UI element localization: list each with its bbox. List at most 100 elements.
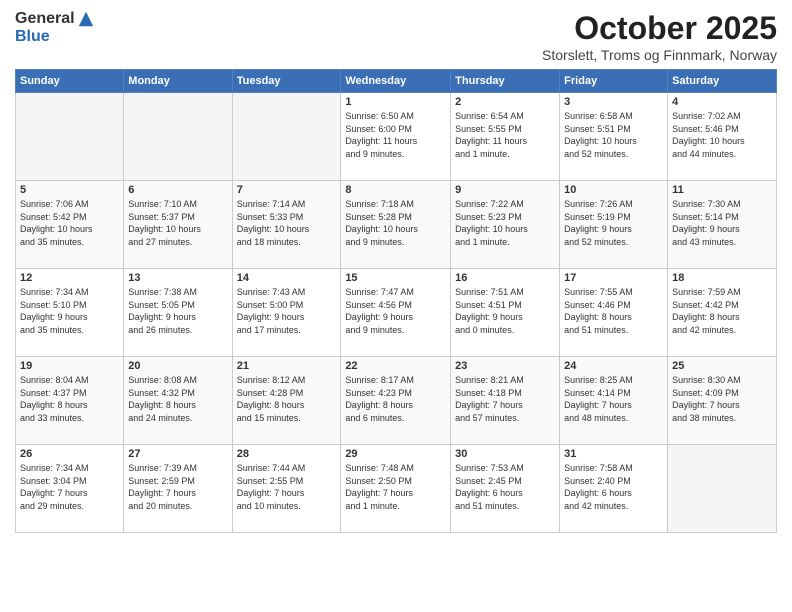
- col-saturday: Saturday: [668, 70, 777, 93]
- day-number: 27: [128, 448, 227, 460]
- calendar-week-row: 19Sunrise: 8:04 AM Sunset: 4:37 PM Dayli…: [16, 357, 777, 445]
- day-info: Sunrise: 7:14 AM Sunset: 5:33 PM Dayligh…: [237, 198, 337, 248]
- calendar-cell: [124, 93, 232, 181]
- day-info: Sunrise: 8:21 AM Sunset: 4:18 PM Dayligh…: [455, 374, 555, 424]
- day-info: Sunrise: 7:47 AM Sunset: 4:56 PM Dayligh…: [345, 286, 446, 336]
- day-number: 6: [128, 184, 227, 196]
- day-info: Sunrise: 7:22 AM Sunset: 5:23 PM Dayligh…: [455, 198, 555, 248]
- day-info: Sunrise: 7:34 AM Sunset: 3:04 PM Dayligh…: [20, 462, 119, 512]
- day-info: Sunrise: 7:02 AM Sunset: 5:46 PM Dayligh…: [672, 110, 772, 160]
- calendar-cell: 29 Sunrise: 7:48 AM Sunset: 2:50 PM Dayli…: [341, 445, 451, 533]
- calendar-cell: 22 Sunrise: 8:17 AM Sunset: 4:23 PM Dayli…: [341, 357, 451, 445]
- calendar-week-row: 1 Sunrise: 6:50 AM Sunset: 6:00 PM Daylig…: [16, 93, 777, 181]
- col-sunday: Sunday: [16, 70, 124, 93]
- calendar-cell: 6 Sunrise: 7:10 AM Sunset: 5:37 PM Daylig…: [124, 181, 232, 269]
- location-title: Storslett, Troms og Finnmark, Norway: [542, 47, 777, 63]
- day-info: Sunrise: 7:10 AM Sunset: 5:37 PM Dayligh…: [128, 198, 227, 248]
- calendar-cell: 25 Sunrise: 8:30 AM Sunset: 4:09 PM Dayli…: [668, 357, 777, 445]
- calendar-cell: 5Sunrise: 7:06 AM Sunset: 5:42 PM Daylig…: [16, 181, 124, 269]
- calendar-week-row: 26 Sunrise: 7:34 AM Sunset: 3:04 PM Dayli…: [16, 445, 777, 533]
- calendar-cell: [668, 445, 777, 533]
- day-info: Sunrise: 7:38 AM Sunset: 5:05 PM Dayligh…: [128, 286, 227, 336]
- day-number: 15: [345, 272, 446, 284]
- calendar-cell: 13 Sunrise: 7:38 AM Sunset: 5:05 PM Dayli…: [124, 269, 232, 357]
- day-info: Sunrise: 7:48 AM Sunset: 2:50 PM Dayligh…: [345, 462, 446, 512]
- day-number: 13: [128, 272, 227, 284]
- day-info: Sunrise: 7:30 AM Sunset: 5:14 PM Dayligh…: [672, 198, 772, 248]
- month-title: October 2025: [542, 10, 777, 47]
- day-info: Sunrise: 7:39 AM Sunset: 2:59 PM Dayligh…: [128, 462, 227, 512]
- day-info: Sunrise: 6:54 AM Sunset: 5:55 PM Dayligh…: [455, 110, 555, 160]
- day-info: Sunrise: 7:55 AM Sunset: 4:46 PM Dayligh…: [564, 286, 663, 336]
- day-number: 24: [564, 360, 663, 372]
- day-number: 22: [345, 360, 446, 372]
- day-number: 31: [564, 448, 663, 460]
- day-number: 4: [672, 96, 772, 108]
- day-number: 2: [455, 96, 555, 108]
- calendar-cell: 7 Sunrise: 7:14 AM Sunset: 5:33 PM Daylig…: [232, 181, 341, 269]
- day-number: 30: [455, 448, 555, 460]
- day-info: Sunrise: 7:34 AM Sunset: 5:10 PM Dayligh…: [20, 286, 119, 336]
- page-container: General Blue October 2025 Storslett, Tro…: [0, 0, 792, 543]
- logo-icon: [77, 10, 95, 28]
- calendar-cell: 27 Sunrise: 7:39 AM Sunset: 2:59 PM Dayli…: [124, 445, 232, 533]
- day-info: Sunrise: 8:17 AM Sunset: 4:23 PM Dayligh…: [345, 374, 446, 424]
- title-section: October 2025 Storslett, Troms og Finnmar…: [542, 10, 777, 63]
- calendar-cell: 3 Sunrise: 6:58 AM Sunset: 5:51 PM Daylig…: [560, 93, 668, 181]
- calendar-cell: 23 Sunrise: 8:21 AM Sunset: 4:18 PM Dayli…: [451, 357, 560, 445]
- day-info: Sunrise: 7:44 AM Sunset: 2:55 PM Dayligh…: [237, 462, 337, 512]
- day-info: Sunrise: 6:58 AM Sunset: 5:51 PM Dayligh…: [564, 110, 663, 160]
- day-number: 1: [345, 96, 446, 108]
- logo-general-text: General: [15, 10, 75, 28]
- calendar-cell: 12 Sunrise: 7:34 AM Sunset: 5:10 PM Dayli…: [16, 269, 124, 357]
- day-info: Sunrise: 7:26 AM Sunset: 5:19 PM Dayligh…: [564, 198, 663, 248]
- day-number: 28: [237, 448, 337, 460]
- day-info: Sunrise: 8:04 AM Sunset: 4:37 PM Dayligh…: [20, 374, 119, 424]
- calendar-cell: [16, 93, 124, 181]
- col-tuesday: Tuesday: [232, 70, 341, 93]
- calendar-cell: 31 Sunrise: 7:58 AM Sunset: 2:40 PM Dayli…: [560, 445, 668, 533]
- day-number: 8: [345, 184, 446, 196]
- col-friday: Friday: [560, 70, 668, 93]
- day-number: 16: [455, 272, 555, 284]
- day-number: 11: [672, 184, 772, 196]
- day-number: 17: [564, 272, 663, 284]
- calendar-cell: 15 Sunrise: 7:47 AM Sunset: 4:56 PM Dayli…: [341, 269, 451, 357]
- day-info: Sunrise: 8:25 AM Sunset: 4:14 PM Dayligh…: [564, 374, 663, 424]
- calendar-cell: 1 Sunrise: 6:50 AM Sunset: 6:00 PM Daylig…: [341, 93, 451, 181]
- day-info: Sunrise: 6:50 AM Sunset: 6:00 PM Dayligh…: [345, 110, 446, 160]
- logo-blue-text: Blue: [15, 28, 50, 46]
- calendar-cell: 17 Sunrise: 7:55 AM Sunset: 4:46 PM Dayli…: [560, 269, 668, 357]
- calendar-cell: 26 Sunrise: 7:34 AM Sunset: 3:04 PM Dayli…: [16, 445, 124, 533]
- day-info: Sunrise: 7:51 AM Sunset: 4:51 PM Dayligh…: [455, 286, 555, 336]
- day-number: 29: [345, 448, 446, 460]
- calendar-cell: 24 Sunrise: 8:25 AM Sunset: 4:14 PM Dayli…: [560, 357, 668, 445]
- day-number: 23: [455, 360, 555, 372]
- day-info: Sunrise: 7:53 AM Sunset: 2:45 PM Dayligh…: [455, 462, 555, 512]
- calendar-cell: 2 Sunrise: 6:54 AM Sunset: 5:55 PM Daylig…: [451, 93, 560, 181]
- col-wednesday: Wednesday: [341, 70, 451, 93]
- day-info: Sunrise: 7:58 AM Sunset: 2:40 PM Dayligh…: [564, 462, 663, 512]
- day-number: 20: [128, 360, 227, 372]
- calendar-cell: 4 Sunrise: 7:02 AM Sunset: 5:46 PM Daylig…: [668, 93, 777, 181]
- day-number: 3: [564, 96, 663, 108]
- day-number: 9: [455, 184, 555, 196]
- day-info: Sunrise: 8:08 AM Sunset: 4:32 PM Dayligh…: [128, 374, 227, 424]
- day-number: 26: [20, 448, 119, 460]
- day-info: Sunrise: 7:06 AM Sunset: 5:42 PM Dayligh…: [20, 198, 119, 248]
- day-info: Sunrise: 8:30 AM Sunset: 4:09 PM Dayligh…: [672, 374, 772, 424]
- day-info: Sunrise: 7:59 AM Sunset: 4:42 PM Dayligh…: [672, 286, 772, 336]
- day-info: Sunrise: 7:18 AM Sunset: 5:28 PM Dayligh…: [345, 198, 446, 248]
- calendar-week-row: 5Sunrise: 7:06 AM Sunset: 5:42 PM Daylig…: [16, 181, 777, 269]
- day-number: 12: [20, 272, 119, 284]
- day-number: 25: [672, 360, 772, 372]
- page-header: General Blue October 2025 Storslett, Tro…: [15, 10, 777, 63]
- day-number: 7: [237, 184, 337, 196]
- calendar-header-row: Sunday Monday Tuesday Wednesday Thursday…: [16, 70, 777, 93]
- day-number: 21: [237, 360, 337, 372]
- calendar-cell: 8 Sunrise: 7:18 AM Sunset: 5:28 PM Daylig…: [341, 181, 451, 269]
- col-thursday: Thursday: [451, 70, 560, 93]
- calendar-cell: 19Sunrise: 8:04 AM Sunset: 4:37 PM Dayli…: [16, 357, 124, 445]
- day-info: Sunrise: 7:43 AM Sunset: 5:00 PM Dayligh…: [237, 286, 337, 336]
- day-number: 14: [237, 272, 337, 284]
